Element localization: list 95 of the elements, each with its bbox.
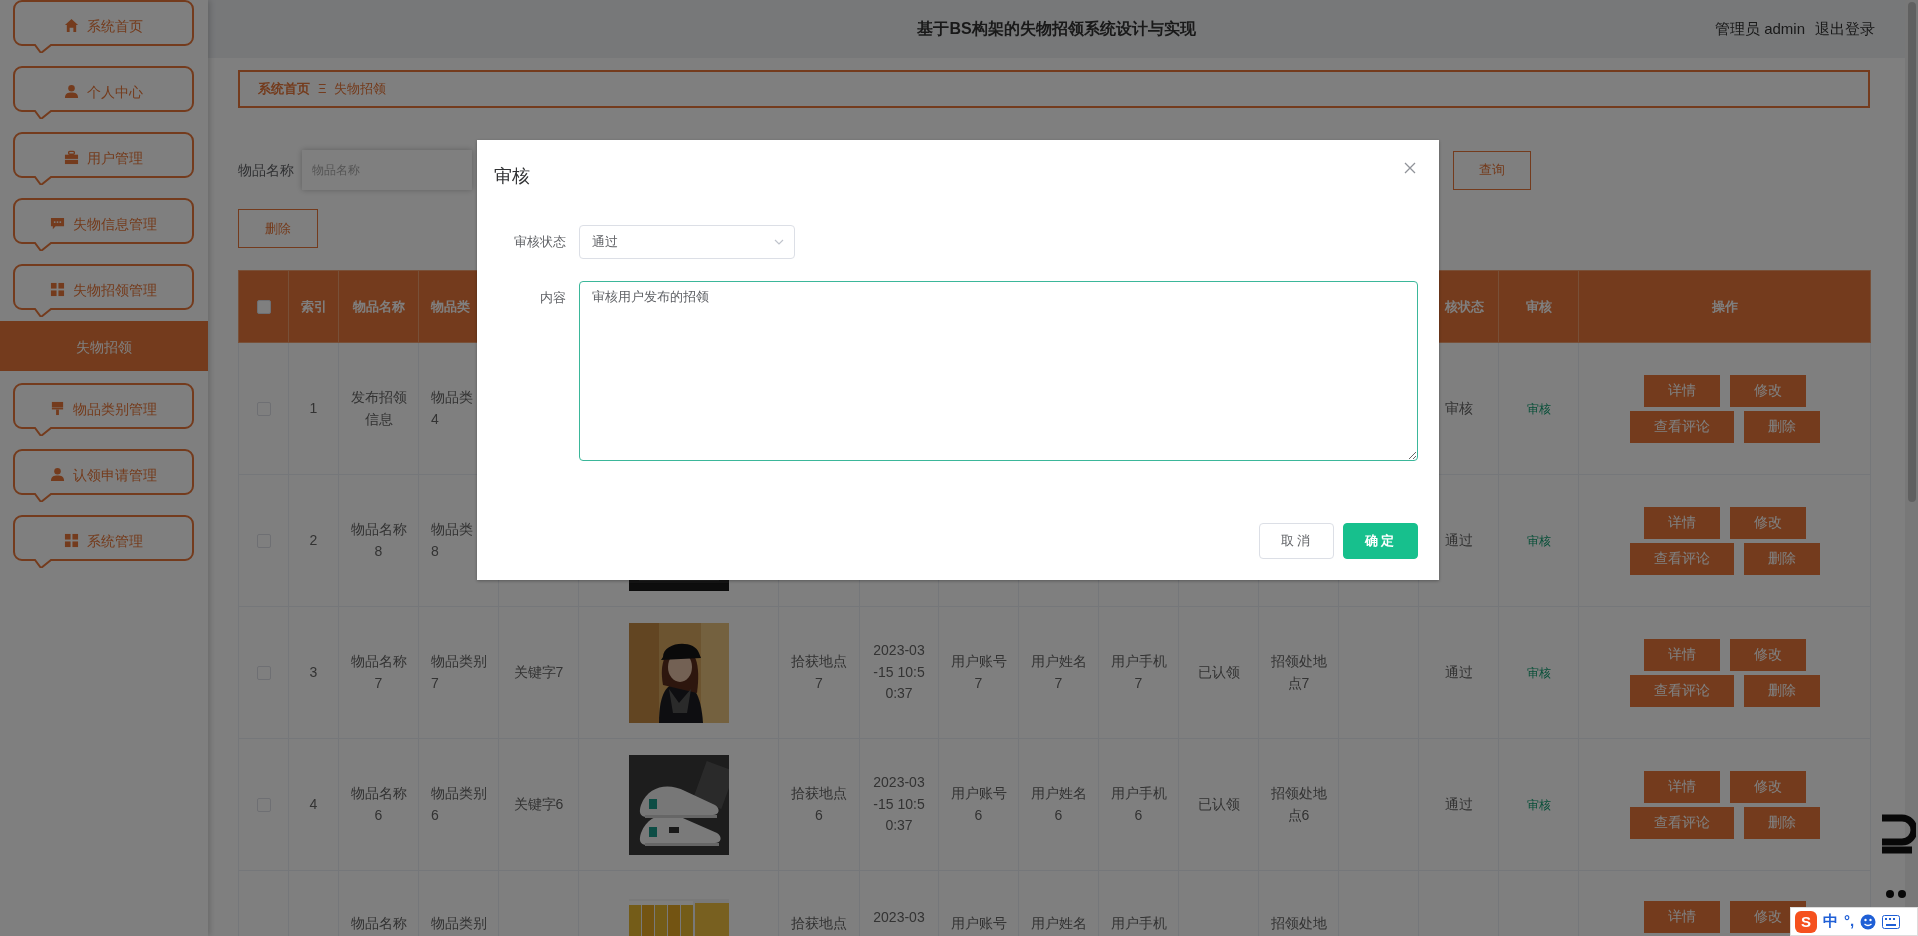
table-cell: 已认领 xyxy=(1178,606,1259,739)
close-button[interactable] xyxy=(1404,162,1416,174)
cancel-button[interactable]: 取消 xyxy=(1259,523,1334,559)
field-label: 审核状态 xyxy=(513,233,566,251)
action-button[interactable]: 详情 xyxy=(1643,638,1720,671)
brush-icon xyxy=(50,401,65,416)
table-cell: 用户姓名6 xyxy=(1018,738,1099,871)
logout-link[interactable]: 退出登录 xyxy=(1815,17,1875,41)
query-button[interactable]: 查询 xyxy=(1453,150,1531,190)
table-cell: 4 xyxy=(288,738,339,871)
dialog-title: 审核 xyxy=(494,165,530,188)
breadcrumb-current: 失物招领 xyxy=(334,80,387,99)
action-button[interactable]: 详情 xyxy=(1643,770,1720,803)
table-cell: 用户姓名7 xyxy=(1018,606,1099,739)
column-header: 审核 xyxy=(1498,270,1579,343)
review-link[interactable]: 审核 xyxy=(1526,533,1551,548)
sidebar-item[interactable]: 失物招领管理 xyxy=(13,264,194,317)
action-button[interactable]: 详情 xyxy=(1643,374,1720,407)
table-cell: 2023-03-15 10:50:37 xyxy=(859,738,939,871)
ime-item[interactable]: 中 xyxy=(1823,910,1838,933)
table-cell: 已认领 xyxy=(1178,738,1259,871)
chevron-down-icon xyxy=(774,239,784,245)
action-button[interactable]: 修改 xyxy=(1729,770,1806,803)
action-button[interactable]: 修改 xyxy=(1729,374,1806,407)
grid-icon xyxy=(50,282,65,297)
table-cell: 发布招领信息 xyxy=(338,342,419,475)
action-button[interactable]: 删除 xyxy=(1743,674,1820,707)
table-cell: 拾获地点6 xyxy=(778,738,860,871)
user-name: 管理员 admin xyxy=(1714,18,1805,39)
field-label: 物品名称 xyxy=(238,160,294,180)
content-field[interactable]: 审核用户发布的招领 xyxy=(579,281,1418,461)
action-button[interactable]: 修改 xyxy=(1729,638,1806,671)
sidebar-item[interactable]: 物品类别管理 xyxy=(13,383,194,436)
table-cell: 2 xyxy=(288,474,339,607)
table-cell: 2023-03-15 10:50:37 xyxy=(859,606,939,739)
table-cell: 3 xyxy=(288,606,339,739)
table-cell: 用户账号6 xyxy=(938,738,1019,871)
user-icon xyxy=(64,84,79,99)
column-header: 操作 xyxy=(1578,270,1871,343)
home-icon xyxy=(64,18,79,33)
action-button[interactable]: 查看评论 xyxy=(1629,410,1734,443)
status-select[interactable]: 通过 xyxy=(579,225,795,259)
user-icon xyxy=(50,467,65,482)
action-button[interactable]: 详情 xyxy=(1643,901,1720,933)
action-button[interactable]: 查看评论 xyxy=(1629,674,1734,707)
table-cell: 拾获地点7 xyxy=(778,606,860,739)
table-cell: 物品名称8 xyxy=(338,474,419,607)
table-cell: 用户手机6 xyxy=(1098,738,1179,871)
table-cell: 物品名称6 xyxy=(338,738,419,871)
table-cell: 物品名称7 xyxy=(338,606,419,739)
smiley-icon[interactable] xyxy=(1860,913,1877,930)
column-header: 物品名称 xyxy=(338,270,419,343)
keyboard-icon[interactable] xyxy=(1882,914,1901,929)
delete-button[interactable]: 删除 xyxy=(238,209,318,248)
sidebar-item[interactable]: 个人中心 xyxy=(13,66,194,119)
sidebar-item[interactable]: 用户管理 xyxy=(13,132,194,185)
action-button[interactable]: 删除 xyxy=(1743,542,1820,575)
table-cell: 关键字6 xyxy=(498,738,579,871)
table-cell: 通过 xyxy=(1418,738,1499,871)
action-button[interactable]: 查看评论 xyxy=(1629,806,1734,839)
grid-icon xyxy=(64,533,79,548)
action-button[interactable]: 详情 xyxy=(1643,506,1720,539)
table-cell: 招领处地点6 xyxy=(1258,738,1339,871)
briefcase-icon xyxy=(64,150,79,165)
field-label: 内容 xyxy=(539,289,566,307)
table-cell: 关键字7 xyxy=(498,606,579,739)
action-button[interactable]: 修改 xyxy=(1729,506,1806,539)
confirm-button[interactable]: 确定 xyxy=(1343,523,1418,559)
table-cell: 用户手机7 xyxy=(1098,606,1179,739)
table-cell: 物品类别7 xyxy=(418,606,499,739)
action-button[interactable]: 删除 xyxy=(1743,806,1820,839)
review-link[interactable]: 审核 xyxy=(1526,797,1551,812)
column-header: 索引 xyxy=(288,270,339,343)
sidebar-item[interactable]: 认领申请管理 xyxy=(13,449,194,502)
ime-logo[interactable]: S xyxy=(1795,910,1817,933)
sidebar-subitem[interactable]: 失物招领 xyxy=(0,321,208,371)
breadcrumb-separator: Ξ xyxy=(318,80,327,99)
table-cell: 通过 xyxy=(1418,606,1499,739)
table-cell: 1 xyxy=(288,342,339,475)
chat-icon xyxy=(50,216,65,231)
page-title: 基于BS构架的失物招领系统设计与实现 xyxy=(917,19,1196,39)
breadcrumb-link[interactable]: 系统首页 xyxy=(258,79,310,99)
ime-item[interactable]: °, xyxy=(1844,910,1855,933)
table-cell: 招领处地点7 xyxy=(1258,606,1339,739)
sidebar-item[interactable]: 系统管理 xyxy=(13,515,194,568)
table-cell: 物品类别6 xyxy=(418,738,499,871)
scrollbar-thumb[interactable] xyxy=(1908,2,1916,502)
sidebar-item[interactable]: 系统首页 xyxy=(13,0,194,53)
review-link[interactable]: 审核 xyxy=(1526,401,1551,416)
table-cell: 用户账号7 xyxy=(938,606,1019,739)
action-button[interactable]: 查看评论 xyxy=(1629,542,1734,575)
action-button[interactable]: 删除 xyxy=(1743,410,1820,443)
checkbox[interactable] xyxy=(256,300,271,315)
review-link[interactable]: 审核 xyxy=(1526,665,1551,680)
sidebar-item[interactable]: 失物信息管理 xyxy=(13,198,194,251)
